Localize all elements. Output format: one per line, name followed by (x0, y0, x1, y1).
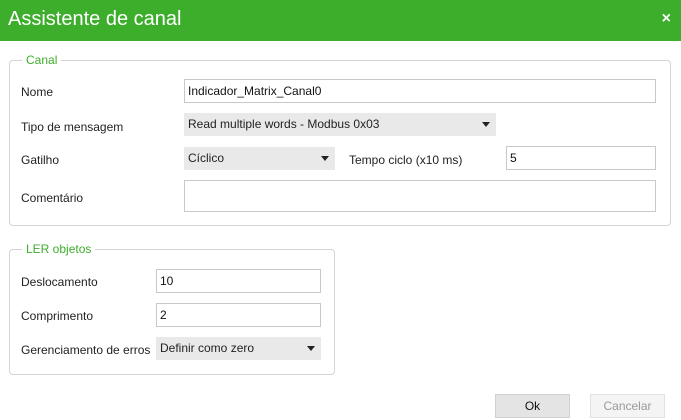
comment-label: Comentário (21, 191, 84, 205)
trigger-select[interactable]: Cíclico (184, 147, 335, 170)
channel-group: Canal Nome Tipo de mensagem Read multipl… (9, 53, 671, 226)
comment-field[interactable] (184, 180, 656, 212)
trigger-label: Gatilho (21, 153, 60, 167)
dialog-title: Assistente de canal (8, 8, 182, 30)
offset-label: Deslocamento (21, 275, 98, 289)
chevron-down-icon (307, 346, 315, 351)
length-field[interactable] (156, 303, 321, 327)
length-label: Comprimento (21, 309, 94, 323)
trigger-value: Cíclico (188, 151, 225, 165)
offset-field[interactable] (156, 269, 321, 293)
cycle-time-field[interactable] (506, 146, 656, 170)
chevron-down-icon (321, 156, 329, 161)
title-bar: Assistente de canal × (0, 0, 681, 41)
message-type-label: Tipo de mensagem (21, 120, 124, 134)
close-icon[interactable]: × (662, 11, 671, 27)
message-type-value: Read multiple words - Modbus 0x03 (188, 117, 380, 131)
error-handling-value: Definir como zero (160, 341, 255, 355)
channel-legend: Canal (22, 53, 62, 67)
chevron-down-icon (482, 122, 490, 127)
cancel-button[interactable]: Cancelar (590, 394, 665, 418)
ok-button[interactable]: Ok (495, 394, 570, 418)
name-field[interactable] (184, 79, 656, 103)
read-objects-legend: LER objetos (22, 242, 96, 256)
error-handling-label: Gerenciamento de erros (21, 343, 151, 357)
cycle-time-label: Tempo ciclo (x10 ms) (349, 153, 463, 167)
message-type-select[interactable]: Read multiple words - Modbus 0x03 (184, 113, 496, 136)
name-label: Nome (21, 85, 54, 99)
error-handling-select[interactable]: Definir como zero (156, 337, 321, 360)
read-objects-group: LER objetos Deslocamento Comprimento Ger… (9, 242, 335, 375)
